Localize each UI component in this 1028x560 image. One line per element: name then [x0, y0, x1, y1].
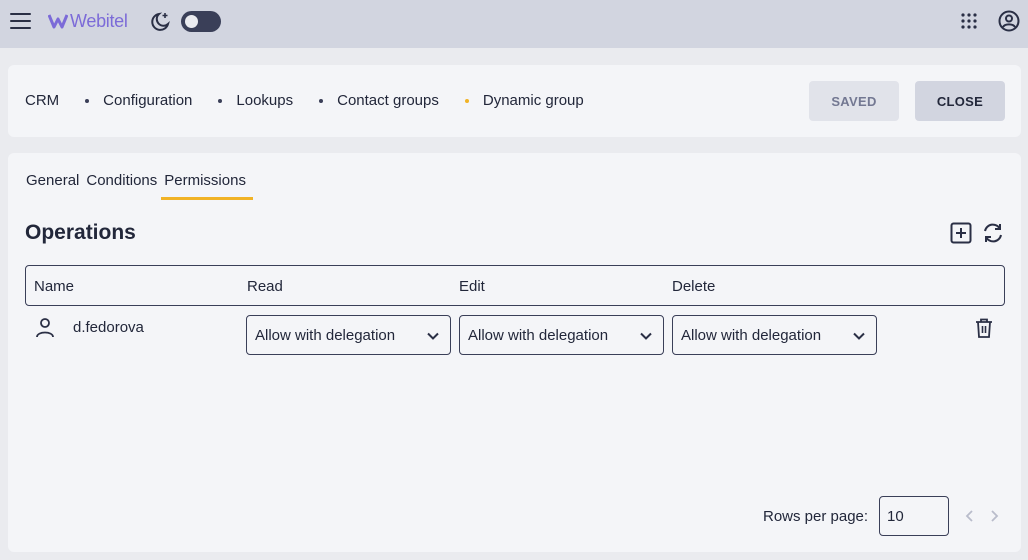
apps-grid-icon[interactable]: [960, 12, 978, 30]
column-header-name[interactable]: Name: [34, 278, 74, 295]
chevron-right-icon[interactable]: [987, 509, 1001, 523]
edit-permission-value: Allow with delegation: [468, 327, 609, 344]
moon-stars-icon: [151, 12, 170, 31]
column-header-read[interactable]: Read: [247, 278, 283, 295]
menu-icon[interactable]: [10, 12, 32, 30]
tab-general[interactable]: General: [26, 172, 82, 200]
delete-permission-value: Allow with delegation: [681, 327, 822, 344]
breadcrumb-contact-groups[interactable]: Contact groups: [337, 92, 439, 109]
tabs: General Conditions Permissions: [26, 172, 253, 200]
breadcrumb-configuration[interactable]: Configuration: [103, 92, 192, 109]
chevron-down-icon: [640, 332, 652, 340]
toggle-knob: [185, 15, 198, 28]
top-bar: Webitel: [0, 0, 1028, 48]
breadcrumb-separator: [85, 98, 90, 103]
tab-conditions[interactable]: Conditions: [86, 172, 160, 200]
rows-per-page-input[interactable]: [879, 496, 949, 536]
saved-button[interactable]: SAVED: [809, 81, 899, 121]
breadcrumb: CRM Configuration Lookups Contact groups…: [25, 92, 584, 109]
account-circle-icon[interactable]: [998, 10, 1020, 32]
column-header-delete[interactable]: Delete: [672, 278, 715, 295]
add-icon[interactable]: [950, 222, 972, 244]
table-row: d.fedorova Allow with delegation Allow w…: [25, 306, 1005, 360]
breadcrumb-lookups[interactable]: Lookups: [236, 92, 293, 109]
main-panel: General Conditions Permissions Operation…: [8, 153, 1021, 552]
webitel-logo-icon: [48, 14, 68, 29]
read-permission-select[interactable]: Allow with delegation: [246, 315, 451, 355]
breadcrumb-separator: [319, 98, 324, 103]
section-title: Operations: [25, 221, 136, 244]
breadcrumb-panel: CRM Configuration Lookups Contact groups…: [8, 65, 1021, 137]
chevron-down-icon: [853, 332, 865, 340]
trash-icon[interactable]: [974, 317, 994, 339]
rows-per-page-label: Rows per page:: [763, 508, 869, 525]
user-icon: [36, 318, 54, 338]
chevron-down-icon: [427, 332, 439, 340]
close-button[interactable]: CLOSE: [915, 81, 1005, 121]
breadcrumb-separator-active: [464, 98, 469, 103]
table-header: Name Read Edit Delete: [25, 265, 1005, 306]
brand-logo[interactable]: Webitel: [48, 10, 128, 32]
user-name: d.fedorova: [73, 319, 144, 336]
theme-toggle[interactable]: [181, 11, 221, 32]
delete-permission-select[interactable]: Allow with delegation: [672, 315, 877, 355]
breadcrumb-crm[interactable]: CRM: [25, 92, 59, 109]
tab-permissions[interactable]: Permissions: [161, 172, 253, 200]
chevron-left-icon[interactable]: [963, 509, 977, 523]
read-permission-value: Allow with delegation: [255, 327, 396, 344]
edit-permission-select[interactable]: Allow with delegation: [459, 315, 664, 355]
refresh-icon[interactable]: [981, 221, 1005, 245]
column-header-edit[interactable]: Edit: [459, 278, 485, 295]
brand-name: Webitel: [70, 10, 128, 31]
breadcrumb-separator: [218, 98, 223, 103]
breadcrumb-dynamic-group: Dynamic group: [482, 92, 584, 109]
